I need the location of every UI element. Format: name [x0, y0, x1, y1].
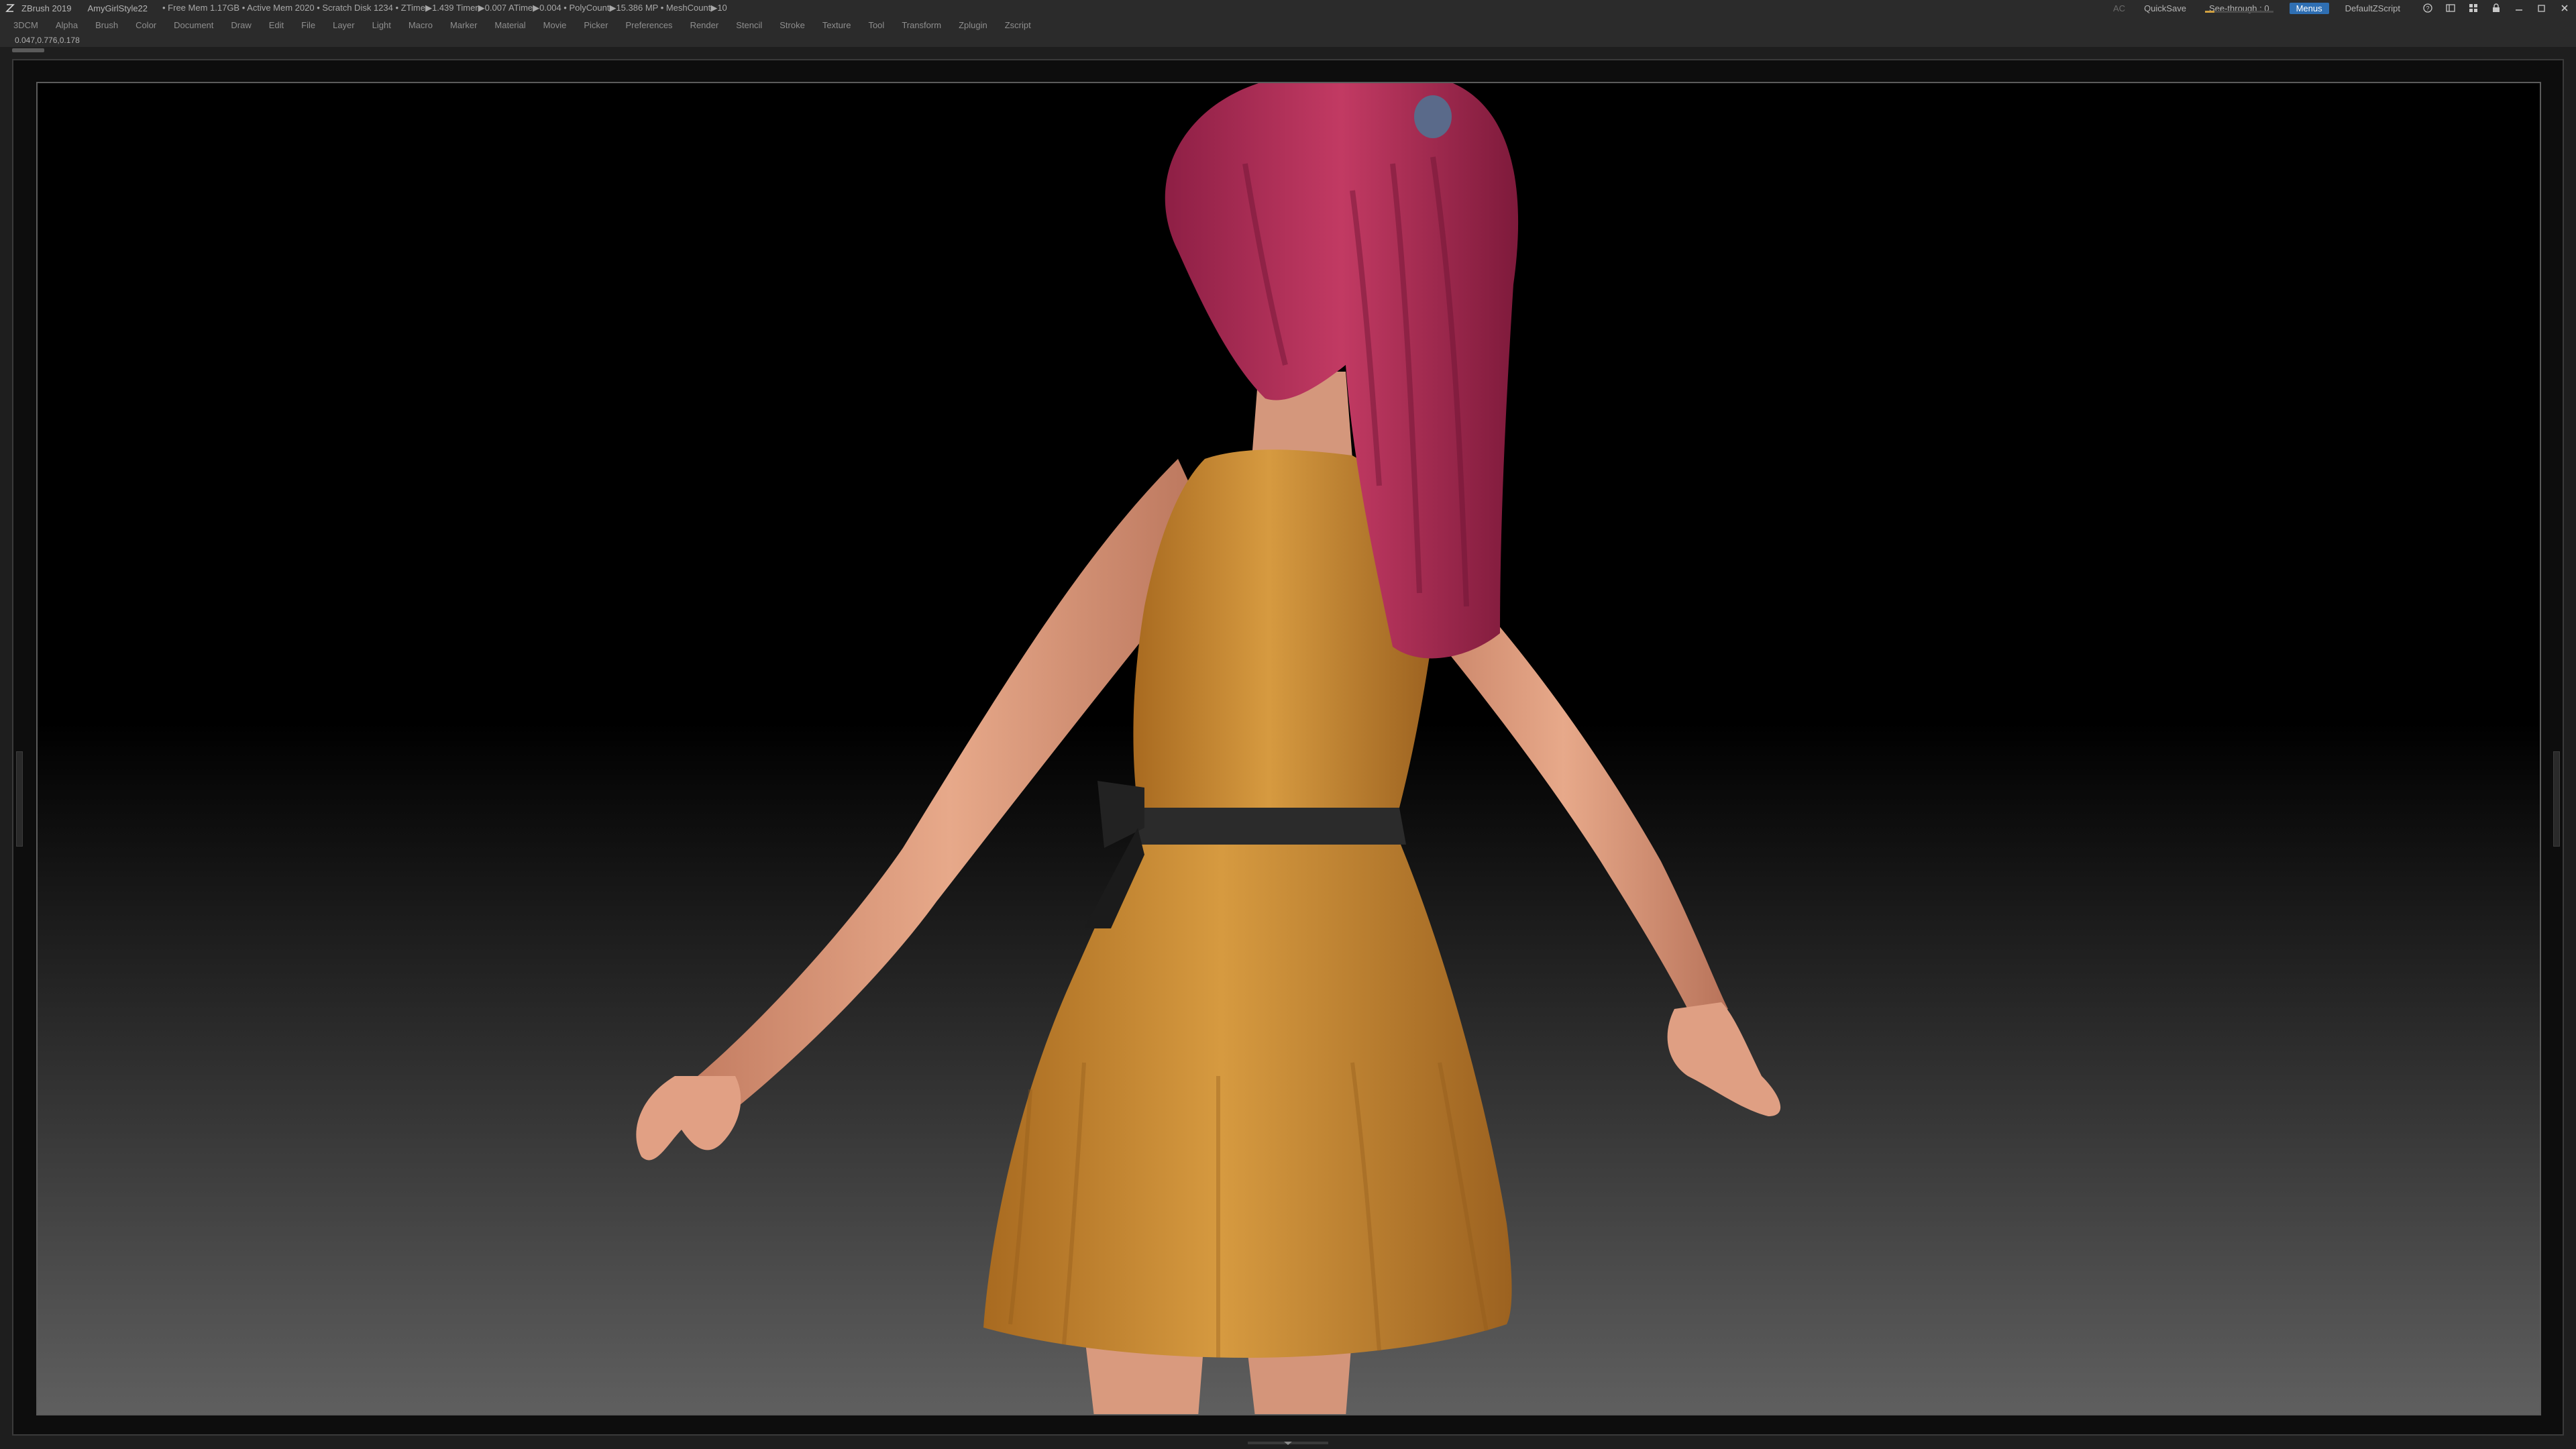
menu-stroke[interactable]: Stroke: [780, 20, 805, 30]
close-icon[interactable]: [2557, 1, 2572, 15]
see-through-fill: [2204, 10, 2214, 13]
menu-movie[interactable]: Movie: [543, 20, 567, 30]
menu-edit[interactable]: Edit: [269, 20, 284, 30]
main-menu-bar: 3DCM Alpha Brush Color Document Draw Edi…: [0, 16, 2576, 34]
title-bar: ZBrush 2019 AmyGirlStyle22 • Free Mem 1.…: [0, 0, 2576, 16]
see-through-track: [2204, 10, 2273, 13]
menu-render[interactable]: Render: [690, 20, 719, 30]
app-name: ZBrush 2019: [21, 3, 72, 13]
menu-stencil[interactable]: Stencil: [736, 20, 762, 30]
menu-zscript[interactable]: Zscript: [1005, 20, 1031, 30]
restore-icon[interactable]: [2534, 1, 2549, 15]
menu-preferences[interactable]: Preferences: [625, 20, 672, 30]
menu-material[interactable]: Material: [494, 20, 525, 30]
layout-icon[interactable]: [2443, 1, 2458, 15]
menu-draw[interactable]: Draw: [231, 20, 251, 30]
minimize-icon[interactable]: [2512, 1, 2526, 15]
memory-stats: • Free Mem 1.17GB • Active Mem 2020 • Sc…: [162, 3, 727, 13]
menu-transform[interactable]: Transform: [902, 20, 941, 30]
left-tray-handle[interactable]: [16, 751, 23, 847]
default-zscript-button[interactable]: DefaultZScript: [2345, 3, 2400, 13]
menu-3dcm[interactable]: 3DCM: [13, 20, 38, 30]
bottom-tray-handle[interactable]: [1248, 1440, 1328, 1446]
help-icon[interactable]: ?: [2420, 1, 2435, 15]
menu-macro[interactable]: Macro: [409, 20, 433, 30]
tray-slider[interactable]: [12, 48, 44, 52]
menu-picker[interactable]: Picker: [584, 20, 608, 30]
ac-indicator[interactable]: AC: [2113, 3, 2125, 13]
arrange-icon[interactable]: [2466, 1, 2481, 15]
document-name: AmyGirlStyle22: [87, 3, 148, 13]
menu-brush[interactable]: Brush: [95, 20, 118, 30]
menu-document[interactable]: Document: [174, 20, 213, 30]
quicksave-button[interactable]: QuickSave: [2144, 3, 2186, 13]
dress-belt: [1134, 808, 1406, 845]
menu-layer[interactable]: Layer: [333, 20, 355, 30]
menu-light[interactable]: Light: [372, 20, 391, 30]
see-through-slider[interactable]: See-through : 0: [2204, 3, 2273, 13]
menu-color[interactable]: Color: [136, 20, 156, 30]
menu-marker[interactable]: Marker: [450, 20, 477, 30]
window-icons: ?: [2416, 1, 2576, 15]
menu-alpha[interactable]: Alpha: [56, 20, 78, 30]
zbrush-logo-icon: [4, 2, 16, 14]
lock-icon[interactable]: [2489, 1, 2504, 15]
menus-toggle-button[interactable]: Menus: [2289, 2, 2329, 14]
document-viewport[interactable]: [36, 82, 2541, 1415]
svg-text:?: ?: [2426, 5, 2429, 12]
sculpt-model-render: [636, 83, 1781, 1414]
coordinate-bar: 0.047,0.776,0.178: [0, 34, 2576, 47]
menu-tool[interactable]: Tool: [868, 20, 884, 30]
right-tray-handle[interactable]: [2553, 751, 2560, 847]
dress-skirt: [983, 841, 1512, 1358]
menu-zplugin[interactable]: Zplugin: [959, 20, 987, 30]
coordinate-readout: 0.047,0.776,0.178: [15, 36, 80, 45]
hair-tie: [1414, 95, 1452, 138]
menu-texture[interactable]: Texture: [822, 20, 851, 30]
title-bar-controls: AC QuickSave See-through : 0 Menus Defau…: [2104, 0, 2576, 16]
menu-file[interactable]: File: [301, 20, 315, 30]
